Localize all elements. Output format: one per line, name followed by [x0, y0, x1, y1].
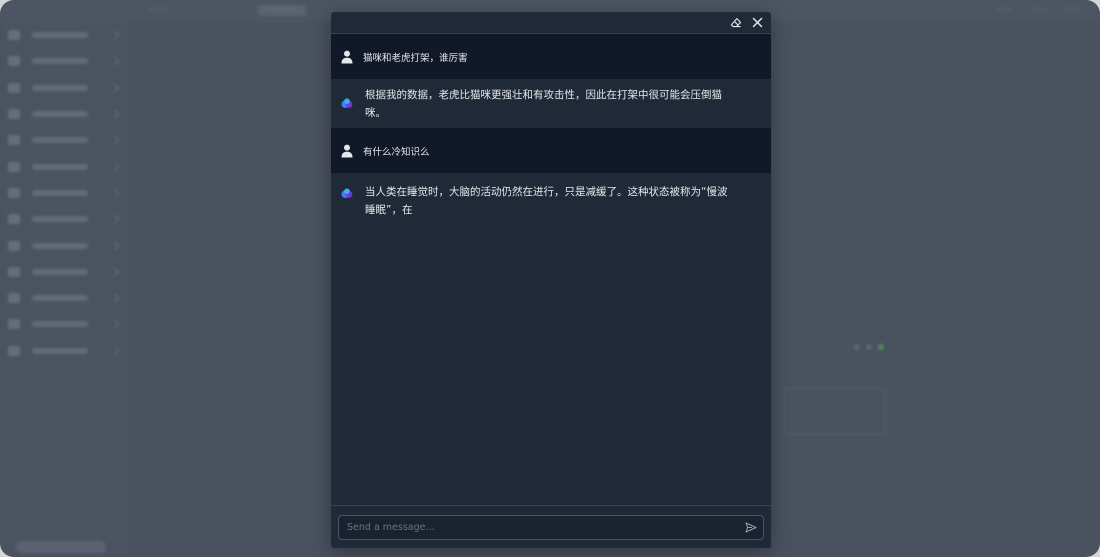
- background-sidebar-item: [0, 311, 128, 337]
- assistant-logo-icon: [331, 98, 363, 109]
- background-sidebar-item: [0, 338, 128, 364]
- user-icon: [331, 50, 363, 64]
- background-sidebar-item: [0, 285, 128, 311]
- chat-message-assistant: 根据我的数据，老虎比猫咪更强壮和有攻击性，因此在打架中很可能会压倒猫咪。: [331, 79, 771, 128]
- background-sidebar-item: [0, 127, 128, 153]
- background-sidebar-item: [0, 75, 128, 101]
- message-input[interactable]: [339, 521, 739, 534]
- background-sidebar: [0, 22, 128, 557]
- app-window: ······ ·········· ····· ····· ····· 猫咪和老…: [0, 0, 1100, 557]
- message-text: 猫咪和老虎打架，谁厉害: [363, 52, 468, 64]
- chat-message-user: 猫咪和老虎打架，谁厉害: [331, 34, 771, 79]
- send-icon[interactable]: [739, 516, 763, 539]
- background-sidebar-item: [0, 153, 128, 179]
- close-icon[interactable]: [752, 17, 763, 28]
- background-sidebar-item: [0, 180, 128, 206]
- background-sidebar-item: [0, 259, 128, 285]
- modal-footer: [331, 505, 771, 548]
- user-icon: [331, 144, 363, 158]
- background-tab: ······: [148, 5, 168, 16]
- assistant-logo-icon: [331, 183, 363, 199]
- background-sidebar-item: [0, 232, 128, 258]
- eraser-icon[interactable]: [730, 17, 742, 29]
- background-panel: [760, 338, 886, 448]
- message-text: 当人类在睡觉时，大脑的活动仍然在进行，只是减缓了。这种状态被称为“慢波睡眠”，在: [365, 186, 728, 216]
- background-bottom-button: [16, 541, 106, 553]
- message-input-wrapper: [338, 515, 764, 540]
- background-tab: ··········: [258, 5, 306, 16]
- background-panel-dots: [854, 344, 884, 350]
- background-topbar-actions: ····· ····· ·····: [996, 5, 1080, 16]
- modal-header: [331, 12, 771, 34]
- background-sidebar-item: [0, 22, 128, 48]
- message-text: 有什么冷知识么: [363, 146, 430, 158]
- background-sidebar-item: [0, 48, 128, 74]
- chat-modal: 猫咪和老虎打架，谁厉害 根据我的数据，老虎比猫咪更强壮和有攻击性，因此在打架中很…: [331, 12, 771, 548]
- chat-message-assistant: 当人类在睡觉时，大脑的活动仍然在进行，只是减缓了。这种状态被称为“慢波睡眠”，在: [331, 173, 771, 243]
- background-panel-box: [784, 388, 886, 435]
- chat-message-user: 有什么冷知识么: [331, 128, 771, 173]
- background-sidebar-item: [0, 206, 128, 232]
- background-sidebar-item: [0, 101, 128, 127]
- message-text: 根据我的数据，老虎比猫咪更强壮和有攻击性，因此在打架中很可能会压倒猫咪。: [365, 88, 722, 119]
